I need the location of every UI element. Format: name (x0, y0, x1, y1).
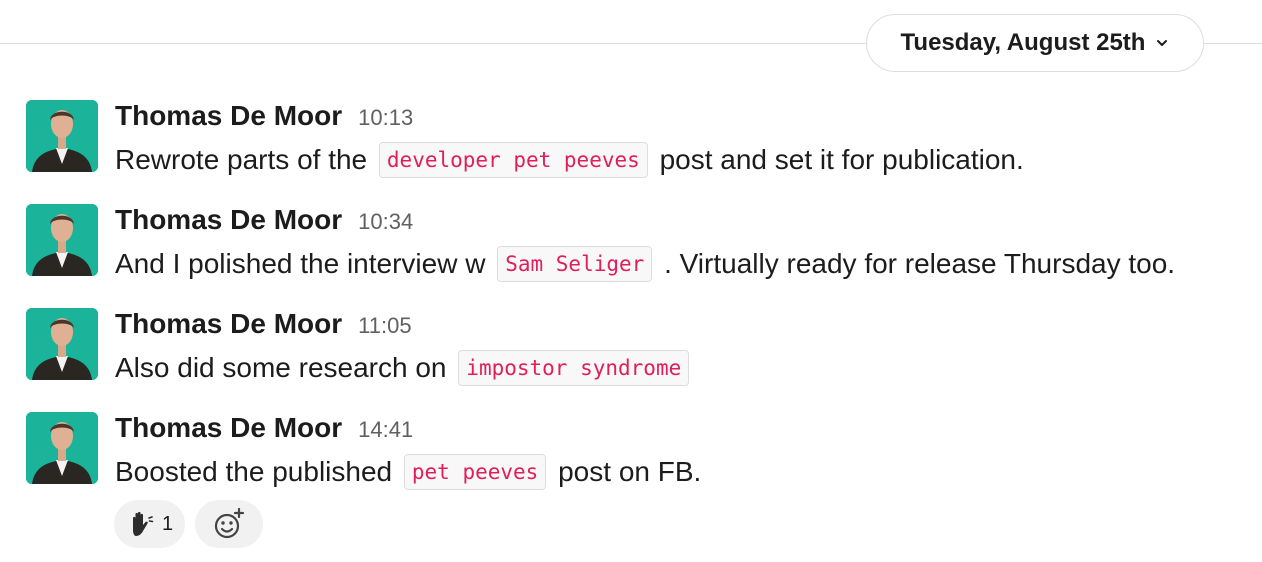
chevron-down-icon (1157, 40, 1168, 46)
author-name[interactable]: Thomas De Moor (115, 100, 342, 132)
date-label: Tuesday, August 25th (900, 29, 1146, 56)
message-text-before: And I polished the interview w (115, 248, 486, 279)
avatar-image (26, 308, 98, 380)
date-jump-button[interactable]: Tuesday, August 25th (866, 14, 1204, 72)
message-text-after: post on FB. (558, 456, 702, 487)
message-text: Also did some research on impostor syndr… (115, 348, 693, 388)
add-emoji-icon (215, 507, 245, 539)
inline-code: Sam Seliger (497, 246, 653, 282)
avatar-image (26, 204, 98, 276)
timestamp[interactable]: 10:13 (358, 105, 413, 131)
message: Thomas De Moor 10:34 And I polished the … (0, 204, 1262, 284)
message-text: Rewrote parts of the developer pet peeve… (115, 140, 1024, 180)
message: Thomas De Moor 10:13 Rewrote parts of th… (0, 100, 1262, 180)
inline-code: pet peeves (403, 454, 547, 490)
message: Thomas De Moor 11:05 Also did some resea… (0, 308, 1262, 388)
inline-code: developer pet peeves (378, 142, 648, 178)
message-text: And I polished the interview w Sam Selig… (115, 244, 1175, 284)
timestamp[interactable]: 10:34 (358, 209, 413, 235)
reaction-raised-hand[interactable]: 1 (114, 500, 186, 548)
inline-code: impostor syndrome (458, 350, 690, 386)
avatar-image (26, 412, 98, 484)
reaction-count: 1 (162, 512, 174, 535)
reaction-bar: 1 (114, 500, 264, 548)
message: Thomas De Moor 14:41 Boosted the publish… (0, 412, 1262, 492)
message-text-before: Rewrote parts of the (115, 144, 368, 175)
timestamp[interactable]: 11:05 (358, 313, 411, 339)
message-text-before: Boosted the published (115, 456, 393, 487)
avatar[interactable] (26, 100, 98, 172)
date-divider: Tuesday, August 25th (0, 0, 1262, 90)
author-name[interactable]: Thomas De Moor (115, 412, 342, 444)
message-text-before: Also did some research on (115, 352, 447, 383)
add-reaction-button[interactable] (195, 500, 264, 548)
message-text-after: post and set it for publication. (659, 144, 1024, 175)
message-text-after: . Virtually ready for release Thursday t… (664, 248, 1176, 279)
avatar[interactable] (26, 204, 98, 276)
avatar[interactable] (26, 412, 98, 484)
timestamp[interactable]: 14:41 (358, 417, 413, 443)
raised-hand-icon (133, 511, 154, 536)
avatar-image (26, 100, 98, 172)
author-name[interactable]: Thomas De Moor (115, 204, 342, 236)
avatar[interactable] (26, 308, 98, 380)
author-name[interactable]: Thomas De Moor (115, 308, 342, 340)
message-text: Boosted the published pet peeves post on… (115, 452, 701, 492)
